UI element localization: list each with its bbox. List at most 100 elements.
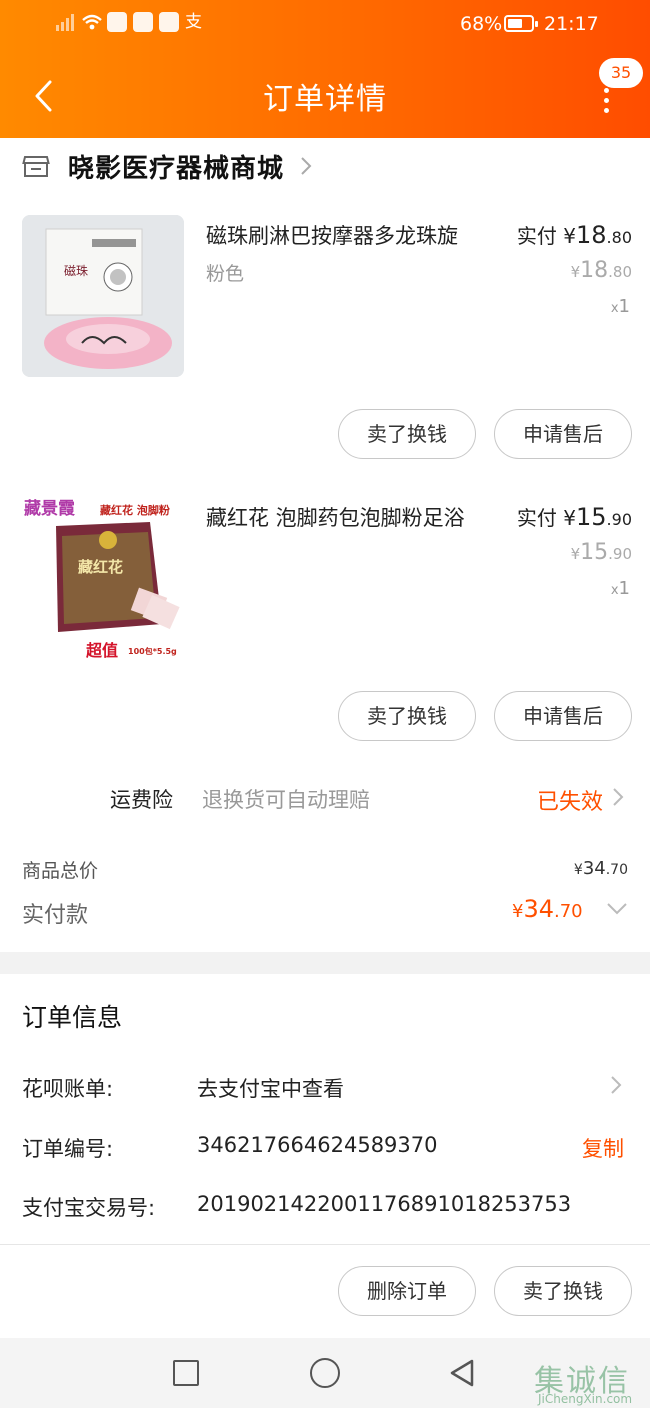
thumbnail-pack-size: 100包*5.5g [128, 646, 177, 656]
watermark: 集诚信 JiChengXin.com [534, 1356, 650, 1408]
paid-decimal: .80 [606, 228, 632, 247]
paid-currency: ¥ [563, 506, 576, 530]
chevron-right-icon [613, 788, 624, 806]
battery-percent: 68% [460, 13, 503, 35]
section-divider [0, 952, 650, 974]
system-back-button[interactable] [448, 1358, 476, 1388]
resell-button[interactable]: 卖了换钱 [338, 409, 476, 459]
home-button[interactable] [310, 1358, 340, 1388]
more-menu-button[interactable] [592, 88, 620, 116]
item-title[interactable]: 磁珠刷淋巴按摩器多龙珠旋 [206, 220, 458, 250]
chevron-right-icon [611, 1076, 622, 1094]
store-icon [22, 156, 50, 177]
goods-currency: ¥ [573, 862, 583, 878]
status-icons-right: 68% 21:17 [450, 13, 650, 37]
page-title: 订单详情 [263, 82, 387, 117]
orig-integer: 18 [580, 258, 609, 283]
huabei-bill-row[interactable]: 花呗账单: 去支付宝中查看 [0, 1073, 650, 1113]
chevron-down-icon[interactable] [606, 902, 628, 916]
divider [0, 1244, 650, 1245]
paid-total-currency: ¥ [512, 901, 524, 922]
goods-integer: 34 [582, 858, 606, 879]
watermark-url: JiChengXin.com [538, 1392, 633, 1406]
info-value: 去支付宝中查看 [197, 1077, 344, 1101]
more-dot [604, 88, 609, 93]
item-original-price: ¥18.80 [571, 258, 632, 283]
status-icons-left: 支 [55, 12, 202, 32]
message-count-badge[interactable]: 35 [599, 58, 643, 88]
more-dot [604, 98, 609, 103]
qty-x: x [610, 301, 619, 316]
more-dot [604, 108, 609, 113]
order-info-title: 订单信息 [22, 1003, 123, 1032]
resell-button[interactable]: 卖了换钱 [338, 691, 476, 741]
signal-icon [55, 12, 75, 32]
clock: 21:17 [544, 13, 599, 35]
chevron-right-icon [301, 157, 312, 175]
item-paid-price: 实付 ¥18.80 [517, 220, 632, 249]
info-key: 支付宝交易号: [22, 1196, 156, 1220]
after-sale-button[interactable]: 申请售后 [494, 409, 632, 459]
paid-label: 实付 [516, 506, 557, 530]
paid-integer: 15 [576, 503, 607, 531]
massager-product-image: 磁珠 [22, 215, 184, 377]
resell-button[interactable]: 卖了换钱 [494, 1266, 632, 1316]
item-spec: 粉色 [206, 263, 245, 285]
foot-soak-product-image: 藏景霞 藏红花 泡脚粉 藏红花 超值 100包*5.5g [22, 496, 184, 658]
copy-button[interactable]: 复制 [582, 1133, 624, 1163]
paid-currency: ¥ [563, 224, 576, 248]
delete-order-button[interactable]: 删除订单 [338, 1266, 476, 1316]
freight-desc: 退换货可自动理赔 [202, 788, 370, 812]
battery-tip [535, 21, 538, 27]
app-notification-icon [133, 12, 153, 32]
item-title[interactable]: 藏红花 泡脚药包泡脚粉足浴 [206, 502, 465, 532]
orig-currency: ¥ [570, 545, 581, 563]
paid-total-value: ¥34.70 [512, 895, 583, 923]
paid-label: 实付 [516, 224, 557, 248]
product-thumbnail[interactable]: 磁珠 [22, 215, 184, 377]
status-bar: 支 68% 21:17 [0, 0, 650, 50]
item-paid-price: 实付 ¥15.90 [517, 502, 632, 531]
qty-x: x [610, 583, 619, 598]
thumbnail-promo: 超值 [85, 641, 118, 658]
recent-apps-button[interactable] [173, 1360, 199, 1386]
alipay-trade-number: 2019021422001176891018253753 [197, 1192, 572, 1216]
header-bar: 支 68% 21:17 订单详情 35 [0, 0, 650, 138]
paid-decimal: .90 [606, 510, 632, 529]
paid-total-integer: 34 [523, 895, 554, 923]
freight-status: 已失效 [537, 790, 604, 815]
goods-total-value: ¥34.70 [574, 858, 628, 879]
after-sale-button[interactable]: 申请售后 [494, 691, 632, 741]
order-number: 346217664624589370 [197, 1133, 438, 1157]
orig-decimal: .90 [608, 545, 632, 563]
goods-total-label: 商品总价 [22, 860, 99, 882]
qty-value: 1 [618, 296, 630, 317]
alipay-trade-row: 支付宝交易号: 2019021422001176891018253753 [0, 1192, 650, 1232]
item-quantity: x1 [611, 296, 630, 317]
thumbnail-pack-label: 藏红花 [78, 558, 123, 576]
info-key: 订单编号: [22, 1137, 114, 1161]
thumbnail-subtitle: 藏红花 泡脚粉 [100, 503, 170, 517]
paid-total-decimal: .70 [554, 901, 583, 922]
alipay-icon: 支 [185, 12, 202, 32]
order-number-row: 订单编号: 346217664624589370 复制 [0, 1133, 650, 1173]
product-thumbnail[interactable]: 藏景霞 藏红花 泡脚粉 藏红花 超值 100包*5.5g [22, 496, 184, 658]
goods-decimal: .70 [605, 862, 628, 878]
item-quantity: x1 [611, 578, 630, 599]
paid-total-label: 实付款 [22, 903, 89, 928]
shop-row[interactable]: 晓影医疗器械商城 [22, 146, 312, 186]
orig-decimal: .80 [608, 263, 632, 281]
battery-icon [504, 15, 534, 32]
thumbnail-label: 磁珠 [64, 263, 88, 278]
thumbnail-brand: 藏景霞 [24, 499, 76, 519]
orig-currency: ¥ [570, 263, 581, 281]
qty-value: 1 [618, 578, 630, 599]
info-key: 花呗账单: [22, 1077, 114, 1101]
paid-integer: 18 [576, 221, 607, 249]
item-original-price: ¥15.90 [571, 540, 632, 565]
wifi-icon [81, 12, 102, 32]
app-notification-icon [159, 12, 179, 32]
freight-label: 运费险 [110, 788, 173, 812]
shop-name: 晓影医疗器械商城 [68, 153, 285, 184]
orig-integer: 15 [580, 540, 609, 565]
